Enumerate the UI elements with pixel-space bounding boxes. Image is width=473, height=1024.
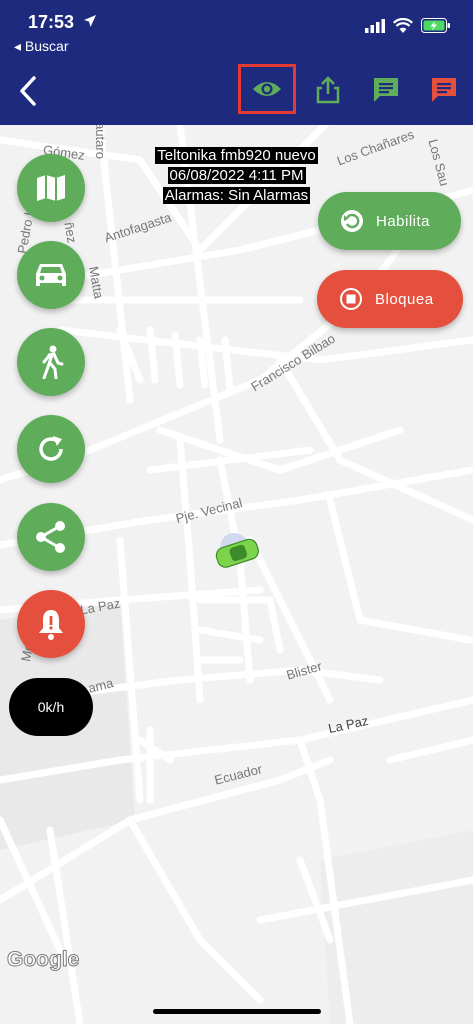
home-indicator: [153, 1009, 321, 1014]
share-nodes-icon: [36, 521, 65, 553]
speed-indicator: 0k/h: [9, 678, 93, 736]
block-label: Bloquea: [375, 290, 434, 308]
alarm-button[interactable]: [17, 590, 85, 658]
refresh-button[interactable]: [17, 415, 85, 483]
status-icons: [365, 18, 451, 33]
device-datetime: 06/08/2022 4:11 PM: [167, 167, 306, 184]
car-icon: [36, 264, 66, 286]
alarm-bell-icon: [39, 610, 63, 640]
status-time: 17:53: [28, 12, 75, 32]
vehicle-button[interactable]: [17, 241, 85, 309]
share-location-button[interactable]: [17, 503, 85, 571]
signal-icon: [365, 18, 385, 33]
battery-icon: [421, 18, 450, 33]
walk-icon: [42, 345, 64, 379]
map-icon: [37, 175, 65, 201]
wifi-icon: [393, 18, 413, 33]
message-icon[interactable]: [371, 75, 401, 105]
alert-message-icon[interactable]: [429, 75, 459, 105]
enable-label: Habilita: [376, 212, 431, 230]
restart-icon: [341, 210, 363, 232]
app-header: 17:53 ◂ Buscar: [0, 0, 473, 125]
map-type-button[interactable]: [17, 154, 85, 222]
back-chevron-icon[interactable]: [16, 74, 40, 108]
share-icon[interactable]: [313, 75, 343, 105]
eye-icon: [253, 82, 281, 96]
view-toggle-button[interactable]: [238, 64, 296, 114]
navigation-arrow-icon: [84, 15, 96, 27]
device-alarms: Alarmas: Sin Alarmas: [162, 187, 311, 204]
walk-button[interactable]: [17, 328, 85, 396]
back-to-app-link[interactable]: ◂ Buscar: [14, 38, 69, 55]
block-button[interactable]: Bloquea: [317, 270, 463, 328]
enable-button[interactable]: Habilita: [318, 192, 461, 250]
google-logo: Google: [6, 948, 80, 972]
device-name: Teltonika fmb920 nuevo: [155, 147, 318, 164]
stop-icon: [340, 288, 362, 310]
refresh-icon: [39, 436, 63, 461]
